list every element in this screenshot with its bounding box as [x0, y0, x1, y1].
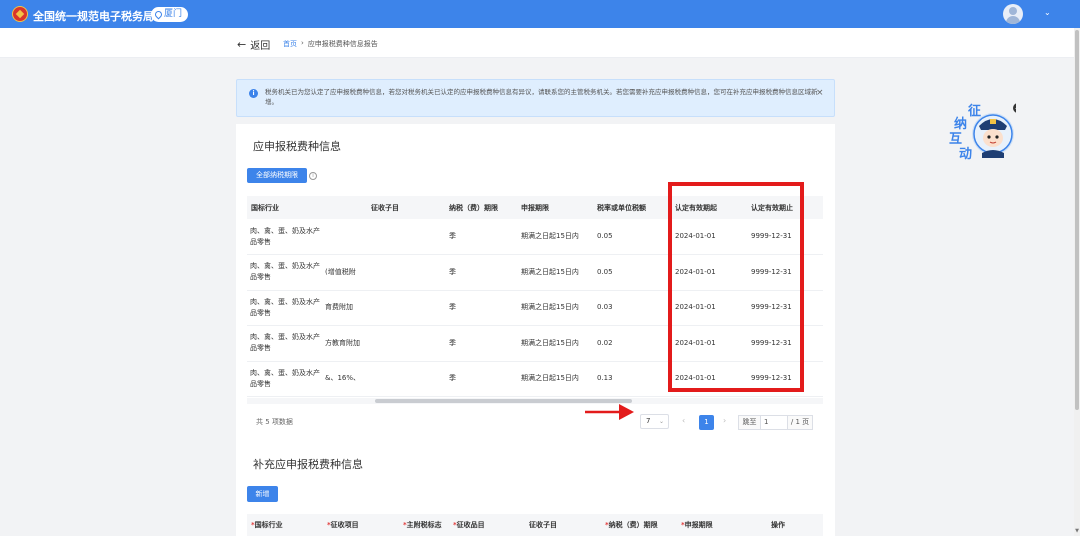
current-page-button[interactable]: 1 — [699, 415, 714, 430]
header-label: 申报期限 — [684, 521, 713, 529]
header-label: 征收项目 — [330, 521, 359, 529]
total-count: 共 5 项数据 — [256, 418, 293, 426]
header-label: 征收子目 — [529, 521, 557, 529]
scrollbar-thumb[interactable] — [1075, 30, 1079, 410]
col-sub-item[interactable]: 征收子目 — [525, 514, 601, 536]
header-label: 操作 — [771, 521, 785, 529]
cell-deadline: 期满之日起15日内 — [517, 290, 593, 326]
mascot-char-2: 纳 — [954, 116, 967, 132]
cell-period: 季 — [445, 325, 517, 362]
page-size-select[interactable]: 7 ⌄ — [640, 414, 669, 429]
back-label: 返回 — [250, 41, 271, 52]
mascot-char-3: 互 — [949, 132, 962, 147]
tax-emblem-icon — [12, 6, 28, 22]
table-horizontal-scrollbar[interactable] — [247, 398, 823, 404]
location-pin-icon — [153, 9, 164, 20]
cell-rate: 0.03 — [593, 290, 671, 326]
cell-sub-item — [321, 219, 445, 255]
page-total: / 1 页 — [788, 415, 813, 430]
close-icon[interactable]: × — [816, 88, 824, 98]
arrow-left-icon: ← — [237, 38, 247, 51]
cell-sub-item: 育费附加 — [321, 290, 445, 326]
breadcrumb-separator: › — [301, 39, 304, 47]
col-deadline[interactable]: *申报期限 — [677, 514, 767, 536]
cell-period: 季 — [445, 290, 517, 326]
cell-industry: 肉、禽、蛋、奶及水产品零售 — [247, 290, 321, 326]
cell-rate: 0.13 — [593, 361, 671, 397]
cell-industry: 肉、禽、蛋、奶及水产品零售 — [247, 361, 321, 397]
back-button[interactable]: ← 返回 — [237, 37, 270, 52]
cell-industry: 肉、禽、蛋、奶及水产品零售 — [247, 219, 321, 255]
header-label: 主附税标志 — [406, 521, 442, 529]
col-period[interactable]: 纳税（费）期限 — [445, 196, 517, 219]
breadcrumb: 首页 › 应申报税费种信息报告 — [283, 39, 378, 49]
section-title-declared: 应申报税费种信息 — [253, 140, 341, 153]
city-label: 厦门 — [164, 9, 183, 19]
app-title: 全国统一规范电子税务局 — [33, 10, 154, 23]
breadcrumb-current: 应申报税费种信息报告 — [307, 40, 378, 48]
help-icon[interactable]: i — [309, 172, 317, 180]
breadcrumb-home[interactable]: 首页 — [283, 39, 297, 49]
highlight-box — [668, 182, 804, 392]
table-header-row: *国标行业 *征收项目 *主附税标志 *征收品目 征收子目 *纳税（费）期限 *… — [247, 514, 823, 536]
cell-rate: 0.05 — [593, 219, 671, 255]
chevron-down-icon: ⌄ — [658, 418, 664, 425]
col-rate[interactable]: 税率或单位税额 — [593, 196, 671, 219]
info-icon: i — [249, 89, 258, 98]
user-avatar-icon[interactable] — [1003, 4, 1023, 24]
top-bar: 全国统一规范电子税务局 厦门 ⌄ — [0, 0, 1080, 28]
section-title-supplement: 补充应申报税费种信息 — [253, 458, 363, 471]
page-size-value: 7 — [646, 417, 651, 425]
cell-sub-item: &、16%、 — [321, 361, 445, 397]
jump-label: 跳至 — [738, 415, 760, 430]
col-deadline[interactable]: 申报期限 — [517, 196, 593, 219]
cell-rate: 0.02 — [593, 325, 671, 362]
cell-sub-item: 方教育附加 — [321, 325, 445, 362]
col-industry[interactable]: *国标行业 — [247, 514, 323, 536]
col-actions[interactable]: 操作 — [767, 514, 823, 536]
mascot-char-1: 征 — [968, 103, 981, 119]
cell-period: 季 — [445, 254, 517, 291]
col-levy-category[interactable]: *征收品目 — [449, 514, 525, 536]
interaction-mascot[interactable]: 征 纳 互 动 − — [946, 100, 1023, 162]
cell-industry: 肉、禽、蛋、奶及水产品零售 — [247, 325, 321, 362]
cell-deadline: 期满之日起15日内 — [517, 361, 593, 397]
page-vertical-scrollbar[interactable]: ▼ — [1074, 28, 1080, 536]
mascot-icon: 征 纳 互 动 − — [949, 103, 1023, 162]
sub-nav: ← 返回 首页 › 应申报税费种信息报告 — [0, 28, 1075, 58]
minimize-label: − — [1015, 104, 1017, 113]
supplement-tax-table: *国标行业 *征收项目 *主附税标志 *征收品目 征收子目 *纳税（费）期限 *… — [247, 514, 823, 536]
header-label: 国标行业 — [254, 521, 283, 529]
col-levy-item[interactable]: *征收项目 — [323, 514, 399, 536]
col-main-sub-flag[interactable]: *主附税标志 — [399, 514, 449, 536]
mascot-char-4: 动 — [959, 147, 972, 162]
cell-industry: 肉、禽、蛋、奶及水产品零售 — [247, 254, 321, 291]
jump-page-input[interactable]: 1 — [760, 415, 788, 430]
prev-page-button[interactable]: ‹ — [682, 416, 685, 425]
city-selector[interactable]: 厦门 — [151, 7, 189, 22]
header-label: 纳税（费）期限 — [608, 521, 658, 529]
page-jumper: 跳至 1 / 1 页 — [738, 415, 813, 430]
cell-rate: 0.05 — [593, 254, 671, 291]
next-page-button[interactable]: › — [723, 416, 726, 425]
red-arrow-icon — [585, 404, 634, 420]
chevron-down-icon[interactable]: ⌄ — [1044, 8, 1051, 17]
header-label: 征收品目 — [456, 521, 485, 529]
col-industry[interactable]: 国标行业 — [247, 196, 321, 219]
cell-deadline: 期满之日起15日内 — [517, 325, 593, 362]
col-period[interactable]: *纳税（费）期限 — [601, 514, 677, 536]
cell-deadline: 期满之日起15日内 — [517, 219, 593, 255]
scroll-down-icon[interactable]: ▼ — [1074, 528, 1080, 534]
info-alert: i 税务机关已为您认定了应申报税费种信息，若您对税务机关已认定的应申报税费种信息… — [236, 79, 835, 117]
add-button[interactable]: 新增 — [247, 486, 278, 502]
all-tax-periods-button[interactable]: 全部纳税期限 — [247, 168, 307, 183]
cell-deadline: 期满之日起15日内 — [517, 254, 593, 291]
col-sub-item[interactable]: 征收子目 — [321, 196, 445, 219]
cell-period: 季 — [445, 361, 517, 397]
alert-text: 税务机关已为您认定了应申报税费种信息，若您对税务机关已认定的应申报税费种信息有异… — [265, 88, 818, 106]
cell-sub-item: (增值税附 — [321, 254, 445, 291]
cell-period: 季 — [445, 219, 517, 255]
